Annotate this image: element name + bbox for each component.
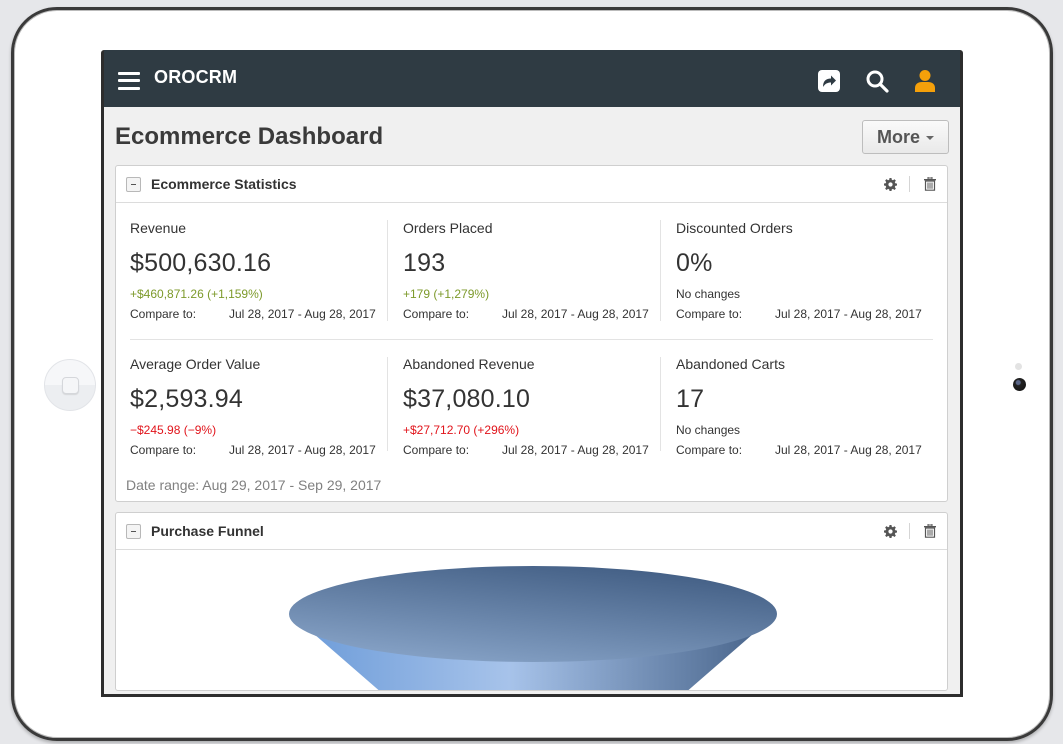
widget-title: Purchase Funnel bbox=[151, 523, 264, 539]
stat-label: Orders Placed bbox=[403, 220, 493, 236]
collapse-icon[interactable] bbox=[126, 176, 141, 192]
compare-label: Compare to: bbox=[676, 443, 743, 457]
compare-range: Jul 28, 2017 - Aug 28, 2017 bbox=[775, 443, 922, 457]
stat-value: 0% bbox=[676, 249, 713, 277]
menu-icon[interactable] bbox=[118, 71, 140, 90]
search-icon[interactable] bbox=[864, 68, 890, 94]
stat-abandoned-carts: Abandoned Carts 17 No changes Compare to… bbox=[660, 340, 933, 469]
compare-range: Jul 28, 2017 - Aug 28, 2017 bbox=[229, 307, 376, 321]
gear-icon[interactable] bbox=[883, 177, 897, 191]
funnel-top bbox=[289, 566, 777, 662]
top-navbar: OROCRM bbox=[104, 50, 960, 107]
stat-value: 17 bbox=[676, 385, 705, 413]
widget-header: Ecommerce Statistics bbox=[116, 166, 947, 203]
ecommerce-statistics-widget: Ecommerce Statistics Revenue $500,630.16… bbox=[115, 165, 948, 502]
stat-change: +179 (+1,279%) bbox=[403, 287, 490, 301]
stat-label: Revenue bbox=[130, 220, 187, 236]
more-button[interactable]: More bbox=[861, 120, 949, 154]
stats-row: Revenue $500,630.16 +$460,871.26 (+1,159… bbox=[130, 203, 933, 340]
sensor-dot bbox=[1015, 363, 1022, 370]
stat-orders-placed: Orders Placed 193 +179 (+1,279%) Compare… bbox=[387, 203, 660, 339]
stat-change: No changes bbox=[676, 287, 741, 301]
purchase-funnel-widget: Purchase Funnel bbox=[115, 512, 948, 691]
tool-separator bbox=[909, 523, 910, 539]
stat-average-order-value: Average Order Value $2,593.94 −$245.98 (… bbox=[130, 340, 387, 469]
page-title: Ecommerce Dashboard bbox=[115, 122, 384, 150]
stat-label: Average Order Value bbox=[130, 356, 261, 372]
more-button-label: More bbox=[876, 126, 920, 147]
date-range: Date range: Aug 29, 2017 - Sep 29, 2017 bbox=[126, 477, 382, 493]
trash-icon[interactable] bbox=[923, 524, 937, 538]
stat-discounted-orders: Discounted Orders 0% No changes Compare … bbox=[660, 203, 933, 339]
stat-value: $500,630.16 bbox=[130, 249, 272, 277]
trash-icon[interactable] bbox=[923, 177, 937, 191]
tool-separator bbox=[909, 176, 910, 192]
compare-label: Compare to: bbox=[403, 443, 470, 457]
app-logo[interactable]: OROCRM bbox=[154, 67, 237, 88]
compare-range: Jul 28, 2017 - Aug 28, 2017 bbox=[229, 443, 376, 457]
stats-grid: Revenue $500,630.16 +$460,871.26 (+1,159… bbox=[116, 203, 947, 469]
compare-label: Compare to: bbox=[403, 307, 470, 321]
stat-label: Abandoned Revenue bbox=[403, 356, 535, 372]
stat-change: +$460,871.26 (+1,159%) bbox=[130, 287, 263, 301]
stat-abandoned-revenue: Abandoned Revenue $37,080.10 +$27,712.70… bbox=[387, 340, 660, 469]
compare-label: Compare to: bbox=[676, 307, 743, 321]
app-screen: OROCRM Ecommerce Dashboard More Ecommerc… bbox=[101, 50, 963, 697]
stat-change: No changes bbox=[676, 423, 741, 437]
share-icon[interactable] bbox=[816, 68, 842, 94]
stat-change: +$27,712.70 (+296%) bbox=[403, 423, 520, 437]
page-header: Ecommerce Dashboard More bbox=[104, 107, 960, 165]
camera-icon bbox=[1013, 378, 1026, 391]
stat-label: Discounted Orders bbox=[676, 220, 793, 236]
stats-row: Average Order Value $2,593.94 −$245.98 (… bbox=[130, 340, 933, 469]
stat-change: −$245.98 (−9%) bbox=[130, 423, 217, 437]
compare-range: Jul 28, 2017 - Aug 28, 2017 bbox=[502, 307, 649, 321]
stat-value: 193 bbox=[403, 249, 446, 277]
home-button[interactable] bbox=[44, 359, 96, 411]
compare-range: Jul 28, 2017 - Aug 28, 2017 bbox=[502, 443, 649, 457]
stat-value: $2,593.94 bbox=[130, 385, 244, 413]
user-icon[interactable] bbox=[912, 68, 938, 94]
caret-down-icon bbox=[926, 136, 934, 140]
stat-label: Abandoned Carts bbox=[676, 356, 785, 372]
funnel-chart bbox=[116, 550, 947, 690]
gear-icon[interactable] bbox=[883, 524, 897, 538]
compare-label: Compare to: bbox=[130, 443, 197, 457]
widget-title: Ecommerce Statistics bbox=[151, 176, 297, 192]
collapse-icon[interactable] bbox=[126, 523, 141, 539]
stat-value: $37,080.10 bbox=[403, 385, 531, 413]
compare-range: Jul 28, 2017 - Aug 28, 2017 bbox=[775, 307, 922, 321]
home-button-icon bbox=[62, 377, 79, 394]
compare-label: Compare to: bbox=[130, 307, 197, 321]
widget-header: Purchase Funnel bbox=[116, 513, 947, 550]
stat-revenue: Revenue $500,630.16 +$460,871.26 (+1,159… bbox=[130, 203, 387, 339]
